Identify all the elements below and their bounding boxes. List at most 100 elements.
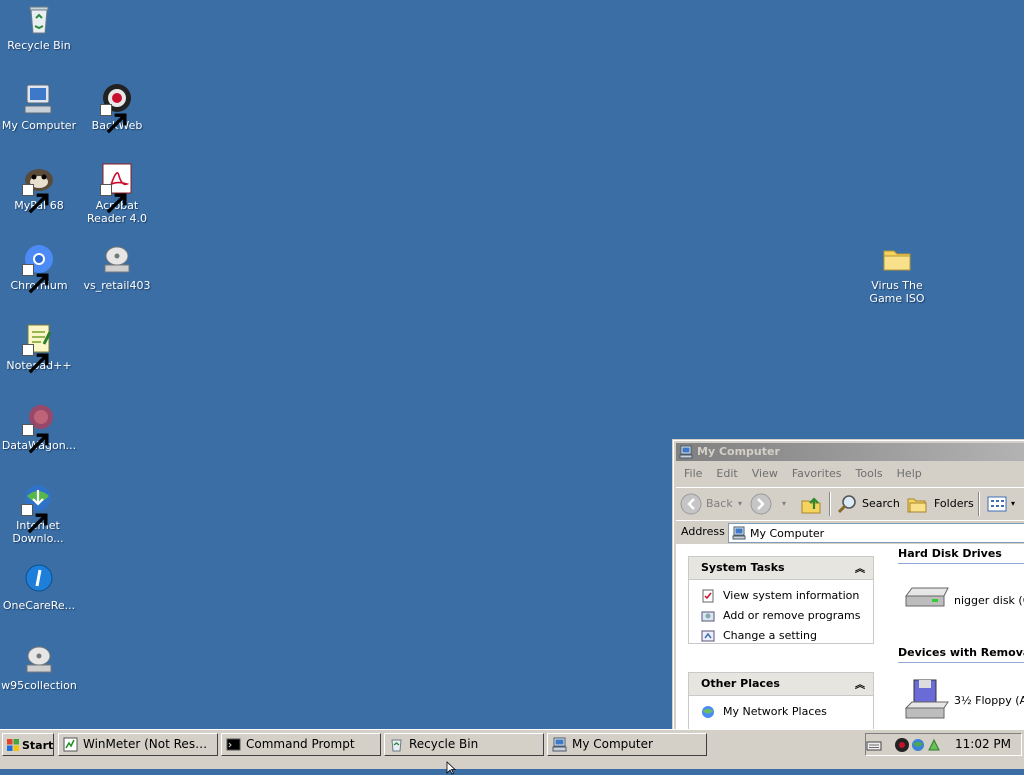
menu-bar: File Edit View Favorites Tools Help — [676, 464, 1024, 484]
search-label: Search — [862, 497, 900, 510]
chevron-up-icon[interactable]: ︽ — [855, 675, 865, 697]
up-folder-icon — [801, 497, 821, 514]
menu-file[interactable]: File — [678, 464, 708, 484]
hard-drive-icon — [905, 587, 949, 607]
system-tasks-header[interactable]: System Tasks ︽ — [689, 557, 873, 580]
taskbar-button-winmeter[interactable]: WinMeter (Not Responding) — [58, 733, 218, 756]
shortcut-arrow-icon — [22, 424, 49, 454]
command-prompt-icon — [226, 738, 241, 751]
menu-favorites[interactable]: Favorites — [786, 464, 848, 484]
desktop-icon-acrobat-reader[interactable]: Acrobat Reader 4.0 — [78, 162, 156, 225]
drive-c-label: nigger disk (C:) — [954, 594, 1024, 607]
keyboard-icon[interactable] — [866, 737, 882, 753]
shortcut-arrow-icon — [22, 344, 49, 374]
views-button[interactable]: ▾ — [986, 492, 1022, 516]
address-label: Address — [681, 525, 725, 538]
address-input[interactable]: My Computer — [728, 523, 1024, 543]
desktop-icon-notepad-plus-plus[interactable]: Notepad++ — [0, 322, 78, 374]
backweb-tray-icon[interactable] — [894, 737, 910, 753]
datawagon-icon — [22, 402, 56, 454]
chevron-down-icon[interactable]: ▾ — [1011, 492, 1015, 516]
chromium-icon — [22, 242, 56, 294]
window-title: My Computer — [697, 445, 780, 458]
task-change-setting[interactable]: Change a setting — [689, 626, 873, 646]
winmeter-icon — [63, 737, 78, 752]
backweb-icon — [100, 82, 134, 134]
system-tasks-box: System Tasks ︽ View system information A… — [688, 556, 874, 644]
network-tray-icon[interactable] — [910, 737, 926, 753]
my-computer-window[interactable]: My Computer File Edit View Favorites Tools He… — [672, 439, 1024, 731]
forward-arrow-icon — [750, 493, 772, 515]
chevron-down-icon[interactable]: ▾ — [738, 492, 742, 516]
desktop-icon-virus-the-game-iso[interactable]: Virus The Game ISO — [857, 242, 937, 305]
toolbar-separator — [829, 492, 831, 516]
desktop-icon-w95collection[interactable]: w95collection — [0, 642, 78, 692]
menu-edit[interactable]: Edit — [710, 464, 743, 484]
desktop-icon-vs-retail403[interactable]: vs_retail403 — [78, 242, 156, 292]
my-computer-icon — [552, 737, 567, 752]
menu-view[interactable]: View — [746, 464, 784, 484]
window-titlebar[interactable]: My Computer — [676, 443, 1024, 461]
acrobat-reader-icon — [100, 162, 134, 214]
search-button[interactable]: Search — [836, 492, 900, 516]
shortcut-arrow-icon — [22, 184, 49, 214]
chevron-down-icon[interactable]: ▾ — [782, 492, 786, 516]
desktop-icon-recycle-bin[interactable]: Recycle Bin — [0, 2, 78, 52]
notepad-plus-plus-icon — [22, 322, 56, 374]
cd-drive-icon — [22, 642, 56, 676]
menu-tools[interactable]: Tools — [850, 464, 889, 484]
taskbar-button-label: Command Prompt — [246, 737, 355, 751]
start-button[interactable]: Start — [2, 733, 54, 756]
place-label: My Network Places — [723, 705, 827, 718]
taskbar-button-my-computer[interactable]: My Computer — [547, 733, 707, 756]
menu-help[interactable]: Help — [891, 464, 928, 484]
back-button[interactable]: Back ▾ — [680, 492, 742, 516]
clock[interactable]: 11:02 PM — [955, 734, 1011, 755]
shortcut-arrow-icon — [100, 184, 127, 214]
desktop-icon-label: My Computer — [1, 119, 77, 132]
other-places-header[interactable]: Other Places ︽ — [689, 673, 873, 696]
drive-a[interactable]: 3½ Floppy (A:) — [902, 678, 1024, 724]
toolbar: Back ▾ ▾ Search Folders ▾ — [676, 487, 1024, 520]
network-places-icon — [702, 706, 714, 718]
search-icon — [837, 495, 856, 514]
window-content: System Tasks ︽ View system information A… — [676, 544, 1024, 730]
desktop-icon-my-computer[interactable]: My Computer — [0, 82, 78, 132]
chevron-up-icon[interactable]: ︽ — [855, 559, 865, 581]
my-computer-icon — [679, 445, 693, 459]
drives-pane: Hard Disk Drives nigger disk (C:) Device… — [886, 544, 1024, 730]
desktop-icon-chromium[interactable]: Chromium — [0, 242, 78, 294]
recycle-bin-icon — [391, 739, 402, 752]
shortcut-arrow-icon — [100, 104, 127, 134]
desktop-icon-internet-download-manager[interactable]: Internet Downlo... — [0, 482, 76, 545]
recycle-bin-icon — [22, 2, 56, 36]
my-computer-icon — [732, 526, 746, 540]
desktop-icon-onecare[interactable]: OneCareRe... — [0, 562, 78, 612]
desktop-icon-backweb[interactable]: BackWeb — [78, 82, 156, 134]
task-view-system-information[interactable]: View system information — [689, 586, 873, 606]
up-folder-button[interactable] — [800, 492, 824, 516]
connection-tray-icon[interactable] — [926, 737, 942, 753]
task-add-remove-programs[interactable]: Add or remove programs — [689, 606, 873, 626]
add-remove-programs-icon — [701, 611, 715, 622]
views-grid-icon — [987, 496, 1007, 512]
back-arrow-icon — [680, 493, 702, 515]
shortcut-arrow-icon — [22, 264, 49, 294]
desktop-icon-mypal[interactable]: MyPal 68 — [0, 162, 78, 214]
taskbar-button-command-prompt[interactable]: Command Prompt — [221, 733, 381, 756]
taskbar-button-label: WinMeter (Not Responding) — [83, 737, 213, 751]
taskbar-button-recycle-bin[interactable]: Recycle Bin — [384, 733, 544, 756]
desktop-icon-label: vs_retail403 — [83, 279, 151, 292]
system-tray: 11:02 PM — [865, 733, 1022, 756]
system-tasks-title: System Tasks — [701, 561, 785, 574]
taskbar-button-label: My Computer — [572, 737, 653, 751]
address-bar: Address My Computer — [676, 520, 1024, 543]
folders-button[interactable]: Folders — [906, 492, 974, 516]
place-my-network-places[interactable]: My Network Places — [689, 702, 873, 722]
forward-button[interactable]: ▾ — [750, 492, 794, 516]
drive-c[interactable]: nigger disk (C:) — [902, 578, 1024, 624]
task-label: Add or remove programs — [723, 609, 861, 622]
mypal-icon — [22, 162, 56, 214]
desktop-icon-datawagon[interactable]: DataWagon... — [0, 402, 78, 454]
taskbar: Start WinMeter (Not Responding) Command … — [0, 729, 1024, 769]
